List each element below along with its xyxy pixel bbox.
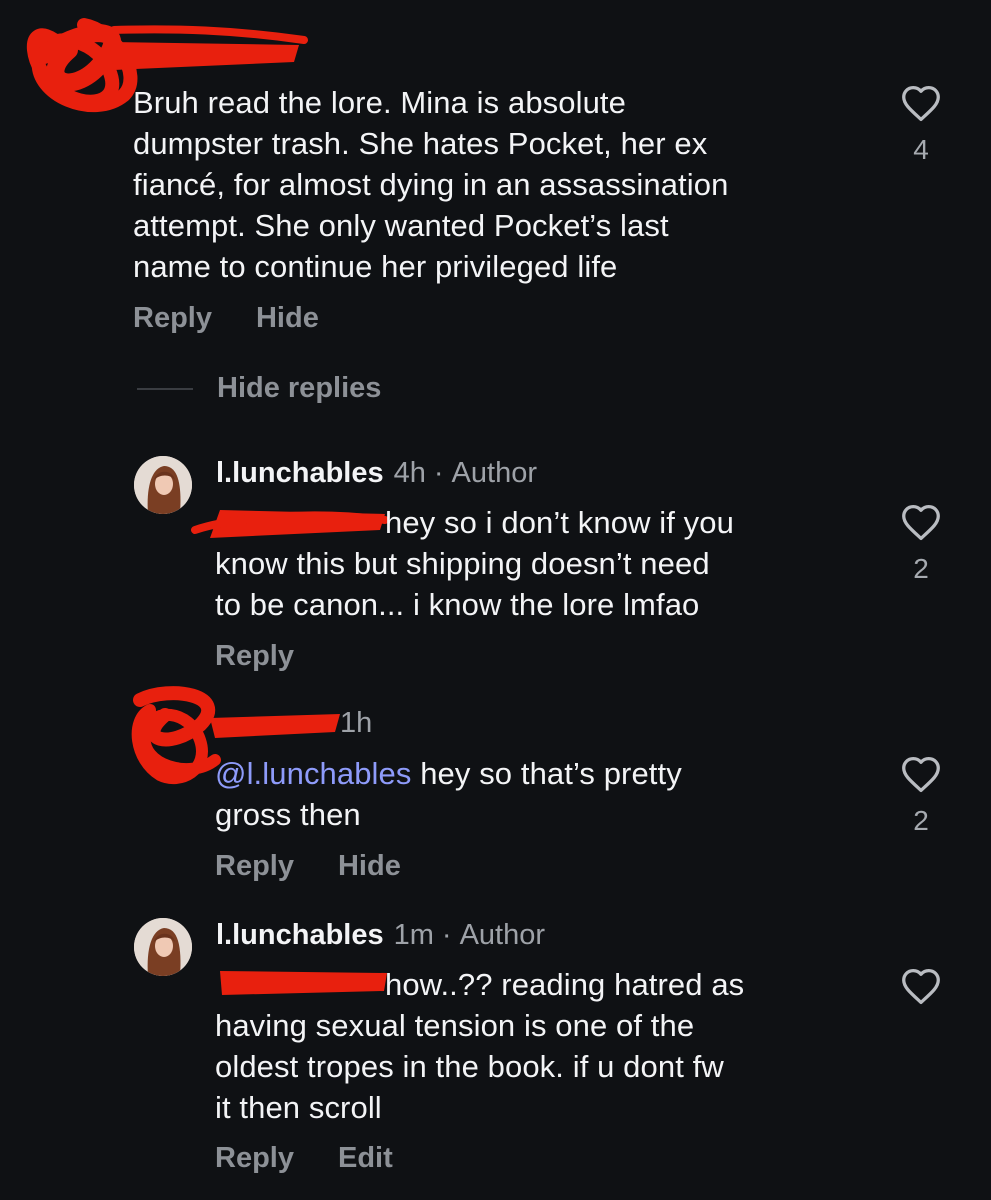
timestamp: 4h [393, 457, 426, 489]
username[interactable]: l.lunchables [216, 457, 384, 490]
like-count: 4 [913, 134, 929, 165]
like-count: 2 [913, 805, 929, 836]
reply-button[interactable]: Reply [133, 302, 212, 335]
reply-button[interactable]: Reply [215, 850, 294, 883]
author-badge: Author [451, 457, 537, 489]
like-button[interactable] [897, 967, 945, 1005]
comment-actions: Reply Hide [215, 850, 401, 883]
avatar[interactable] [134, 918, 192, 976]
comment-header: l.lunchables 4h · Author [216, 457, 537, 490]
comment-actions: Reply Hide [133, 302, 319, 335]
comment-header: l.lunchables 1m · Author [216, 919, 545, 952]
avatar[interactable] [134, 456, 192, 514]
comment-text: Bruh read the lore. Mina is absolute dum… [133, 85, 729, 284]
heart-icon [902, 968, 940, 1005]
reply-button[interactable]: Reply [215, 1142, 294, 1175]
heart-icon [902, 504, 940, 541]
divider [137, 387, 193, 390]
username[interactable]: l.lunchables [216, 919, 384, 952]
hide-button[interactable]: Hide [256, 302, 319, 335]
comment-text: hey so i don’t know if you know this but… [215, 505, 734, 622]
heart-icon [902, 756, 940, 793]
hide-replies-label: Hide replies [217, 372, 382, 404]
timestamp: 1m [393, 919, 434, 951]
reply-button[interactable]: Reply [215, 640, 294, 673]
hide-replies-button[interactable]: Hide replies [137, 372, 381, 405]
comment-text: @l.lunchables hey so that’s pretty gross… [215, 753, 682, 835]
like-count: 2 [913, 553, 929, 584]
separator: · [433, 457, 444, 489]
comment-header: 1h [340, 707, 372, 740]
heart-icon [902, 85, 940, 122]
author-badge: Author [459, 919, 546, 951]
comment-text: how..?? reading hatred as having sexual … [215, 967, 745, 1125]
hide-button[interactable]: Hide [338, 850, 401, 883]
separator: · [441, 919, 452, 951]
edit-button[interactable]: Edit [338, 1142, 393, 1175]
like-button[interactable]: 2 [897, 503, 945, 585]
timestamp: 1h [340, 707, 373, 739]
comment-actions: Reply [215, 640, 294, 673]
like-button[interactable]: 4 [897, 84, 945, 166]
comment-actions: Reply Edit [215, 1142, 393, 1175]
mention-link[interactable]: @l.lunchables [215, 756, 412, 791]
like-button[interactable]: 2 [897, 755, 945, 837]
